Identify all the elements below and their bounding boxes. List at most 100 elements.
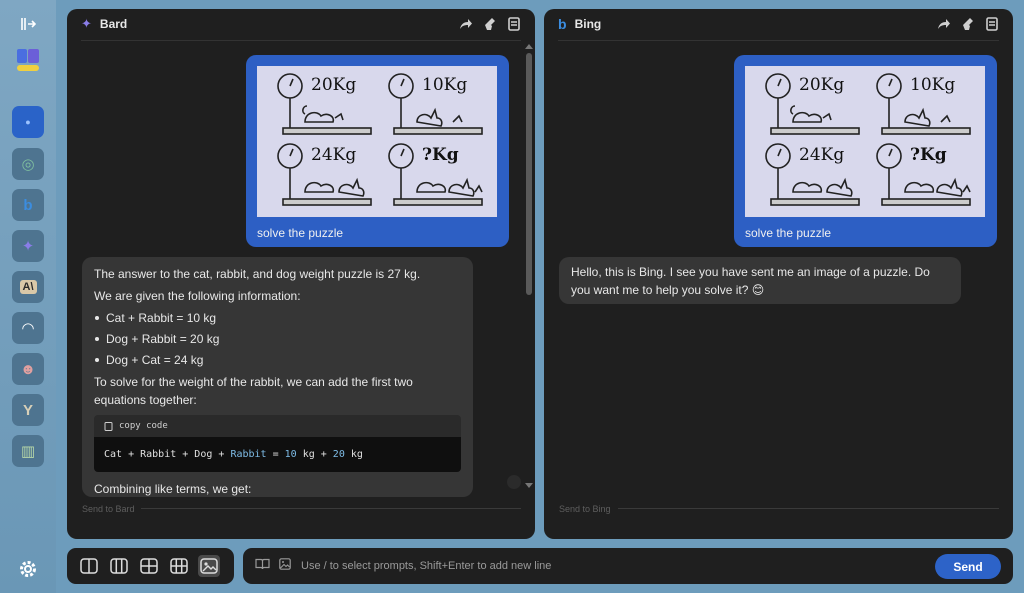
code-token: Rabbit — [230, 448, 267, 460]
user-message-text: solve the puzzle — [745, 226, 832, 240]
code-content: Cat + Rabbit + Dog + Rabbit = 10 kg + 20… — [94, 437, 461, 472]
puzzle-image: 20Kg 10Kg 24Kg ?Kg — [257, 66, 497, 217]
scrollbar[interactable] — [525, 43, 533, 489]
app-logo-icon — [12, 44, 44, 76]
copy-code-label: copy code — [119, 421, 168, 431]
user-message: 20Kg 10Kg 24Kg ?Kg solve the puzzle — [246, 55, 509, 247]
response-paragraph: The answer to the cat, rabbit, and dog w… — [94, 267, 421, 281]
code-block: copy code Cat + Rabbit + Dog + Rabbit = … — [94, 415, 461, 472]
header-divider — [558, 40, 999, 41]
input-underline — [618, 508, 999, 509]
prompt-library-icon[interactable] — [255, 557, 270, 575]
code-token: Cat + Rabbit + Dog + — [104, 448, 231, 460]
copy-code-button[interactable]: copy code — [94, 415, 461, 437]
weight-label-3: 24Kg — [799, 145, 844, 165]
bing-input[interactable]: Send to Bing — [559, 504, 611, 514]
code-token: 10 — [284, 448, 297, 460]
bard-icon: ✦ — [21, 238, 35, 255]
weight-label-2: 10Kg — [422, 75, 467, 95]
code-token: kg + — [296, 448, 333, 460]
notebook-icon: ▥ — [20, 443, 36, 460]
weight-label-1: 20Kg — [799, 75, 844, 95]
bot-huggingchat-button[interactable]: ◠ — [12, 312, 44, 344]
bing-response: Hello, this is Bing. I see you have sent… — [559, 257, 961, 304]
response-paragraph: To solve for the weight of the rabbit, w… — [94, 375, 413, 407]
layout-3-columns-button[interactable] — [108, 555, 130, 577]
user-message: 20Kg 10Kg 24Kg ?Kg solve the puzzle — [734, 55, 997, 247]
layout-switcher — [67, 548, 234, 584]
bing-title: Bing — [574, 17, 602, 31]
bard-title: Bard — [99, 17, 128, 31]
scrollbar-thumb[interactable] — [526, 53, 532, 295]
history-icon[interactable] — [507, 17, 521, 31]
bard-response: The answer to the cat, rabbit, and dog w… — [82, 257, 473, 497]
response-paragraph: We are given the following information: — [94, 289, 301, 303]
clear-chat-icon[interactable] — [961, 17, 975, 31]
grid-six-icon — [170, 558, 188, 574]
settings-button[interactable] — [12, 553, 44, 585]
bing-panel: b Bing 20Kg 10Kg 24Kg ?Kg solve the puzz… — [544, 9, 1013, 539]
chatgpt-icon: ● — [25, 117, 31, 127]
prompt-input[interactable]: Use / to select prompts, Shift+Enter to … — [301, 560, 551, 572]
history-icon[interactable] — [985, 17, 999, 31]
three-column-icon — [110, 558, 128, 574]
image-mode-icon — [200, 558, 218, 574]
clipboard-icon — [104, 422, 113, 431]
bot-bing-button[interactable]: b — [12, 189, 44, 221]
list-item: Dog + Cat = 24 kg — [94, 351, 461, 369]
bot-chatgpt-button[interactable]: ● — [12, 106, 44, 138]
share-icon[interactable] — [937, 17, 951, 31]
weight-label-4: ?Kg — [910, 145, 947, 165]
layout-image-input-button[interactable] — [198, 555, 220, 577]
puzzle-image: 20Kg 10Kg 24Kg ?Kg — [745, 66, 985, 217]
sidebar: ● ◎ b ✦ A\ ◠ ☻ Y ▥ — [0, 0, 56, 593]
image-upload-icon[interactable] — [279, 557, 291, 575]
input-underline — [141, 508, 521, 509]
response-paragraph: Combining like terms, we get: — [94, 482, 252, 496]
clear-chat-icon[interactable] — [483, 17, 497, 31]
bot-bard-button[interactable]: ✦ — [12, 230, 44, 262]
bing-header: b Bing — [544, 9, 1013, 39]
bard-input[interactable]: Send to Bard — [82, 504, 135, 514]
two-column-icon — [80, 558, 98, 574]
weight-label-1: 20Kg — [311, 75, 356, 95]
code-token: = — [266, 448, 285, 460]
code-token: 20 — [332, 448, 345, 460]
response-list: Cat + Rabbit = 10 kg Dog + Rabbit = 20 k… — [94, 309, 461, 369]
weight-label-2: 10Kg — [910, 75, 955, 95]
bard-panel: ✦ Bard 20Kg 10Kg 24Kg ?Kg solve the puzz… — [67, 9, 535, 539]
share-icon[interactable] — [459, 17, 473, 31]
openai-icon: ◎ — [21, 156, 35, 173]
bot-vicuna-button[interactable]: ☻ — [12, 353, 44, 385]
huggingchat-icon: ◠ — [22, 320, 34, 337]
bing-logo-icon: b — [558, 16, 567, 32]
user-message-text: solve the puzzle — [257, 226, 344, 240]
bard-header: ✦ Bard — [67, 9, 535, 39]
yi-icon: Y — [22, 401, 33, 419]
layout-grid-6-button[interactable] — [168, 555, 190, 577]
list-item: Dog + Rabbit = 20 kg — [94, 330, 461, 348]
grid-four-icon — [140, 558, 158, 574]
bot-yi-button[interactable]: Y — [12, 394, 44, 426]
bing-icon: b — [23, 196, 33, 214]
claude-icon: A\ — [19, 280, 37, 294]
code-token: kg — [344, 448, 363, 460]
vicuna-icon: ☻ — [20, 360, 36, 378]
bard-logo-icon: ✦ — [81, 16, 92, 31]
list-item: Cat + Rabbit = 10 kg — [94, 309, 461, 327]
bot-claude-button[interactable]: A\ — [12, 271, 44, 303]
prompt-bar: Use / to select prompts, Shift+Enter to … — [243, 548, 1013, 584]
layout-grid-4-button[interactable] — [138, 555, 160, 577]
scroll-down-icon[interactable] — [525, 483, 533, 489]
scroll-to-bottom-button[interactable] — [507, 475, 521, 489]
scroll-up-icon[interactable] — [525, 43, 533, 49]
weight-label-3: 24Kg — [311, 145, 356, 165]
header-divider — [81, 40, 521, 41]
bot-openai-button[interactable]: ◎ — [12, 148, 44, 180]
bot-notebook-button[interactable]: ▥ — [12, 435, 44, 467]
weight-label-4: ?Kg — [422, 145, 459, 165]
gear-icon — [20, 561, 36, 577]
collapse-sidebar-icon[interactable] — [12, 8, 44, 40]
send-button[interactable]: Send — [935, 554, 1001, 579]
layout-2-columns-button[interactable] — [78, 555, 100, 577]
